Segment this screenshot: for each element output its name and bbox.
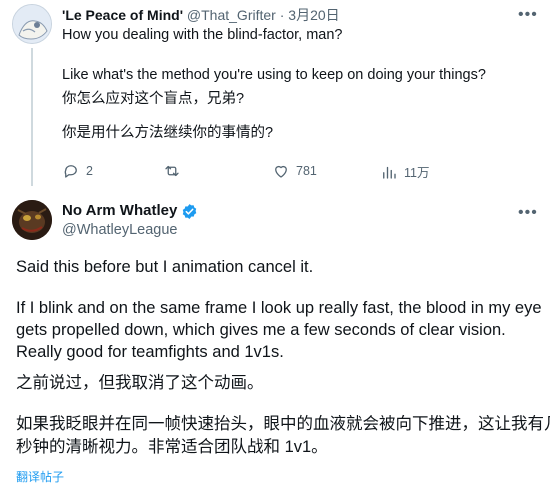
parent-text-line-3: 你怎么应对这个盲点，兄弟? xyxy=(62,91,245,107)
views-count: 11万 xyxy=(404,166,430,180)
main-name-row: No Arm Whatley xyxy=(62,202,198,220)
main-text-line-2: If I blink and on the same frame I look … xyxy=(16,299,542,317)
like-button[interactable]: 781 xyxy=(272,162,317,180)
main-handle[interactable]: @WhatleyLeague xyxy=(62,221,177,239)
views-icon xyxy=(383,166,396,179)
main-text-line-6: 如果我眨眼并在同一帧快速抬头，眼中的血液就会被向下推进，这让我有几 xyxy=(16,415,550,433)
main-text-line-4: Really good for teamfights and 1v1s. xyxy=(16,343,284,361)
main-more-icon[interactable]: ••• xyxy=(518,205,538,221)
verified-badge-icon[interactable] xyxy=(181,203,198,220)
main-avatar[interactable] xyxy=(12,200,52,240)
parent-text-line-2: Like what's the method you're using to k… xyxy=(62,67,486,83)
views-button[interactable]: 11万 xyxy=(380,162,429,181)
parent-text-line-1: How you dealing with the blind-factor, m… xyxy=(62,27,343,43)
main-text-line-7: 秒钟的清晰视力。非常适合团队战和 1v1。 xyxy=(16,438,328,456)
main-text-line-1: Said this before but I animation cancel … xyxy=(16,258,314,276)
translate-post-link[interactable]: 翻译帖子 xyxy=(16,468,64,485)
main-text-line-5: 之前说过，但我取消了这个动画。 xyxy=(16,374,264,392)
reply-button[interactable]: 2 xyxy=(62,162,93,180)
parent-more-icon[interactable]: ••• xyxy=(518,7,538,23)
parent-header: 'Le Peace of Mind' @That_Grifter · 3月20日 xyxy=(62,6,340,24)
main-display-name[interactable]: No Arm Whatley xyxy=(62,202,177,220)
like-icon xyxy=(275,165,287,178)
like-count: 781 xyxy=(296,164,317,178)
parent-text-line-4: 你是用什么方法继续你的事情的? xyxy=(62,125,274,141)
parent-date[interactable]: 3月20日 xyxy=(288,7,339,23)
repost-icon xyxy=(165,165,179,177)
repost-button[interactable] xyxy=(163,162,187,180)
thread-connector-line xyxy=(31,48,33,186)
parent-display-name[interactable]: 'Le Peace of Mind' xyxy=(62,7,183,23)
parent-handle[interactable]: @That_Grifter xyxy=(187,7,276,23)
main-text-line-3: gets propelled down, which gives me a fe… xyxy=(16,321,506,339)
reply-count: 2 xyxy=(86,164,93,178)
parent-action-bar: 2 781 11万 xyxy=(62,162,532,182)
parent-avatar[interactable] xyxy=(12,4,52,44)
parent-separator: · xyxy=(279,7,285,23)
reply-icon xyxy=(64,165,77,178)
